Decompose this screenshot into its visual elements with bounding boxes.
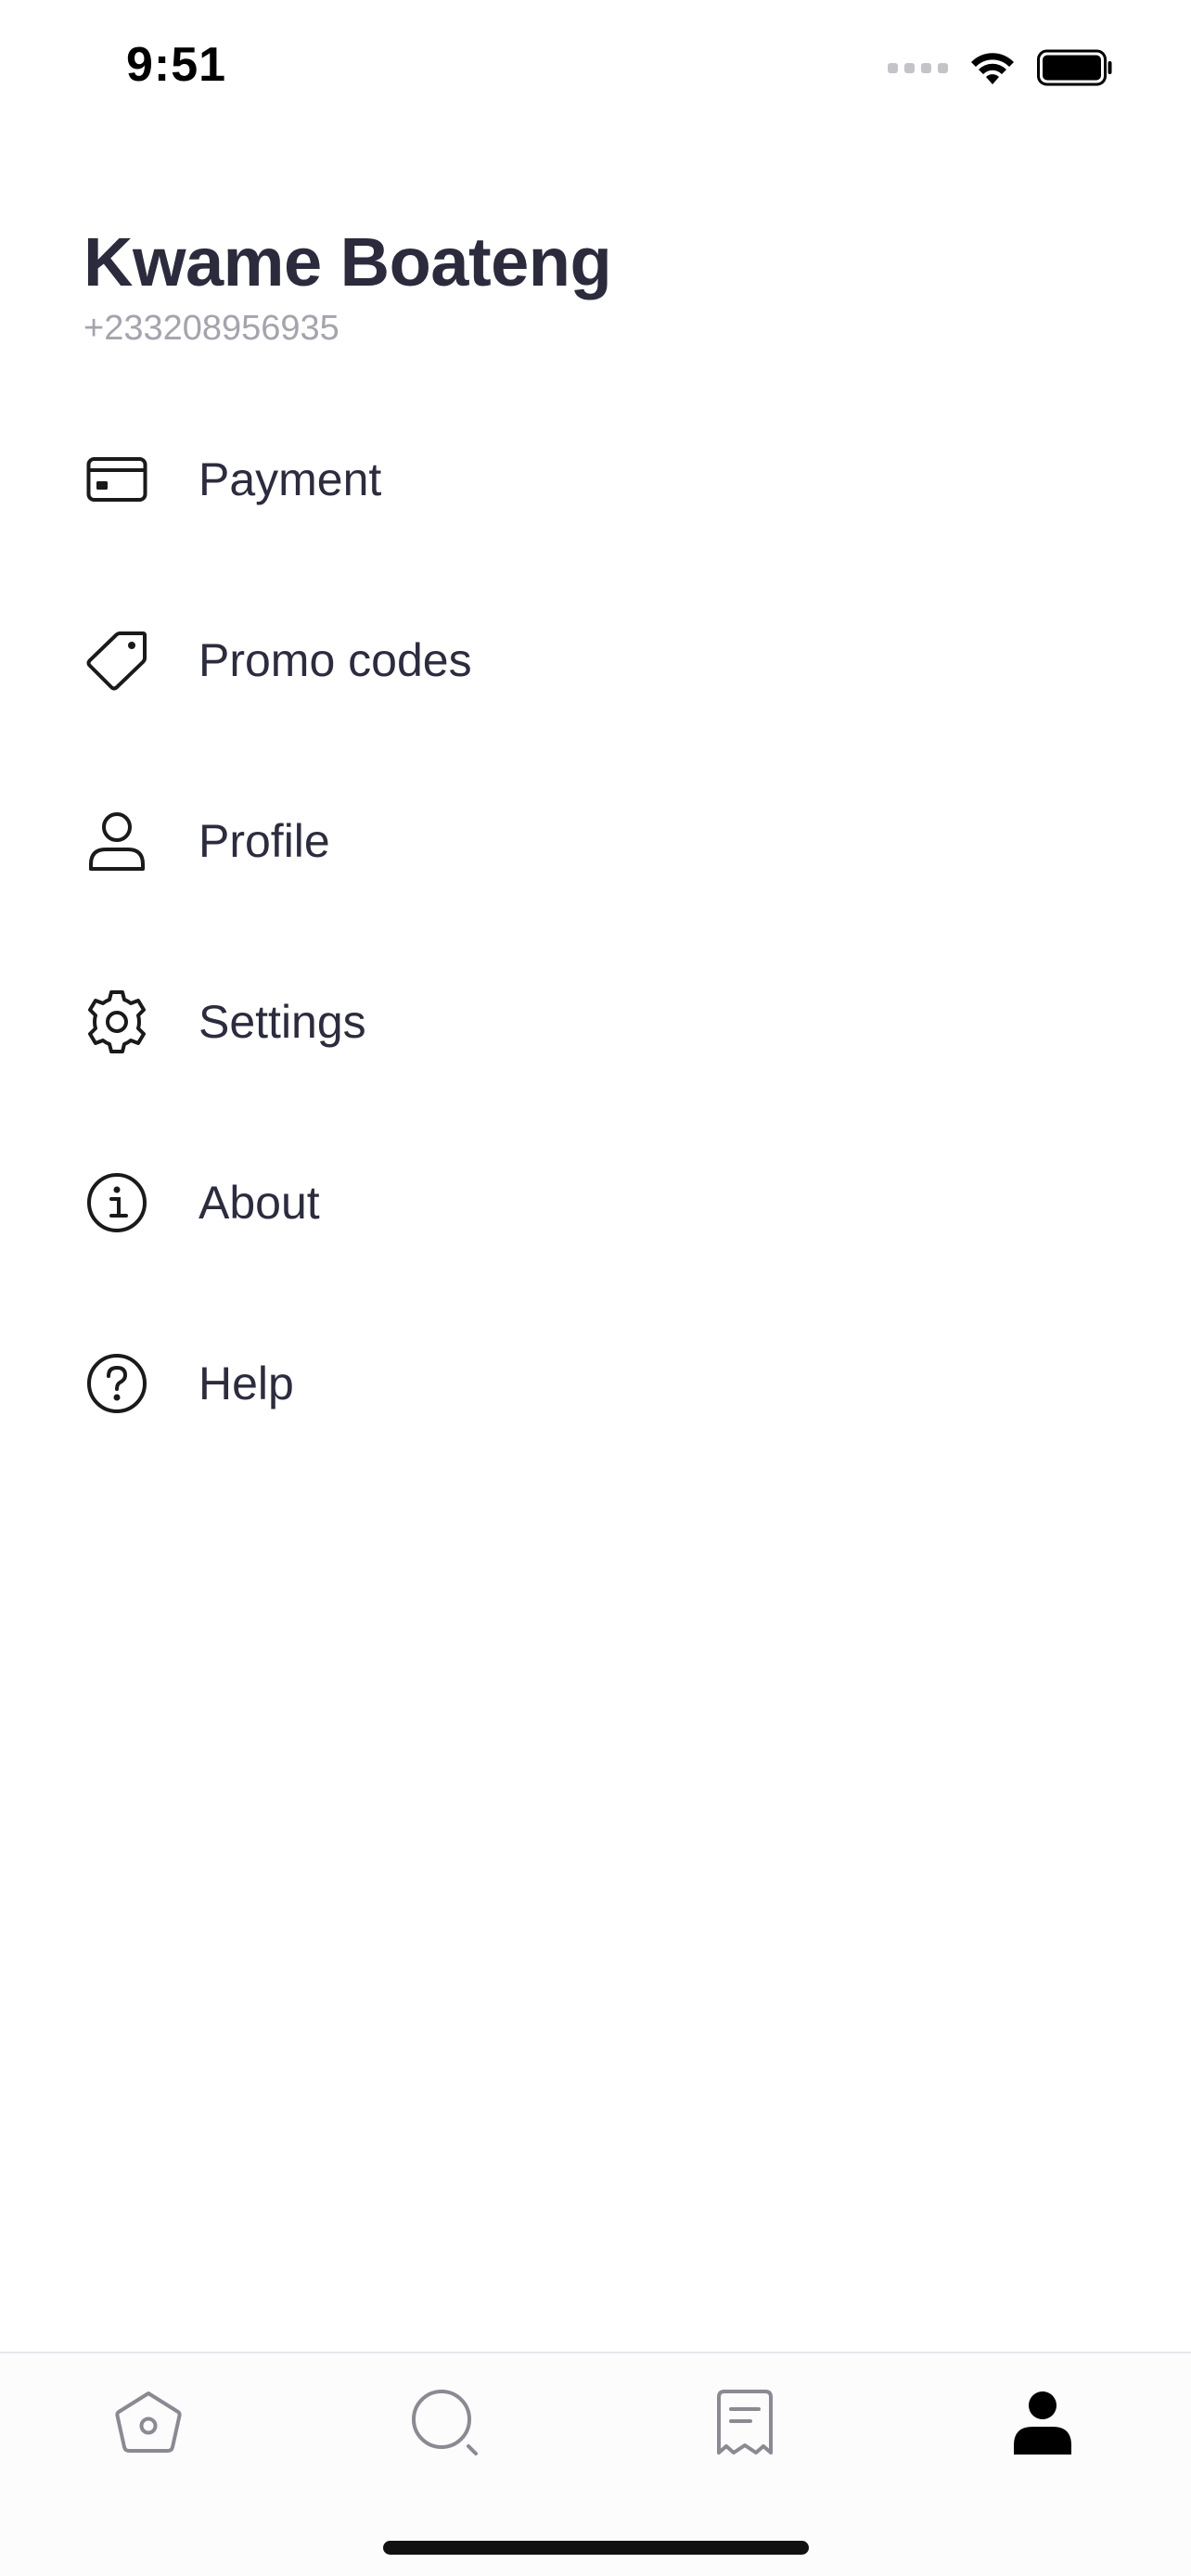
tab-orders[interactable] bbox=[694, 2372, 796, 2474]
profile-header: Kwame Boateng +233208956935 bbox=[83, 221, 612, 349]
account-icon bbox=[1014, 2391, 1071, 2455]
info-icon bbox=[83, 1169, 150, 1236]
status-indicators bbox=[888, 46, 1113, 89]
search-icon bbox=[412, 2390, 478, 2455]
menu-item-promo-codes[interactable]: Promo codes bbox=[83, 609, 1104, 711]
gear-icon bbox=[83, 988, 150, 1055]
home-indicator bbox=[383, 2541, 809, 2555]
menu-item-about[interactable]: About bbox=[83, 1152, 1104, 1254]
home-icon bbox=[115, 2391, 182, 2453]
status-bar: 9:51 bbox=[0, 0, 1191, 139]
cellular-signal-icon bbox=[888, 62, 948, 73]
question-icon bbox=[83, 1350, 150, 1417]
status-time: 9:51 bbox=[126, 38, 227, 92]
user-phone: +233208956935 bbox=[83, 309, 339, 348]
menu-item-help[interactable]: Help bbox=[83, 1333, 1104, 1435]
tab-home[interactable] bbox=[97, 2372, 199, 2474]
menu-item-label: Promo codes bbox=[198, 634, 472, 686]
menu-item-label: Profile bbox=[198, 815, 330, 867]
menu-item-label: Payment bbox=[198, 453, 382, 505]
wifi-icon bbox=[971, 53, 1014, 84]
menu-item-label: Settings bbox=[198, 996, 366, 1048]
menu-item-label: Help bbox=[198, 1358, 294, 1409]
tag-icon bbox=[83, 627, 150, 694]
menu-item-profile[interactable]: Profile bbox=[83, 790, 1104, 892]
person-icon bbox=[83, 808, 150, 874]
tab-account[interactable] bbox=[992, 2372, 1094, 2474]
menu-item-payment[interactable]: Payment bbox=[83, 428, 1104, 530]
menu-item-settings[interactable]: Settings bbox=[83, 971, 1104, 1073]
receipt-icon bbox=[717, 2390, 773, 2455]
credit-card-icon bbox=[83, 446, 150, 513]
menu-item-label: About bbox=[198, 1177, 320, 1229]
tab-search[interactable] bbox=[394, 2372, 496, 2474]
battery-icon bbox=[1037, 49, 1112, 86]
user-name: Kwame Boateng bbox=[83, 223, 612, 300]
